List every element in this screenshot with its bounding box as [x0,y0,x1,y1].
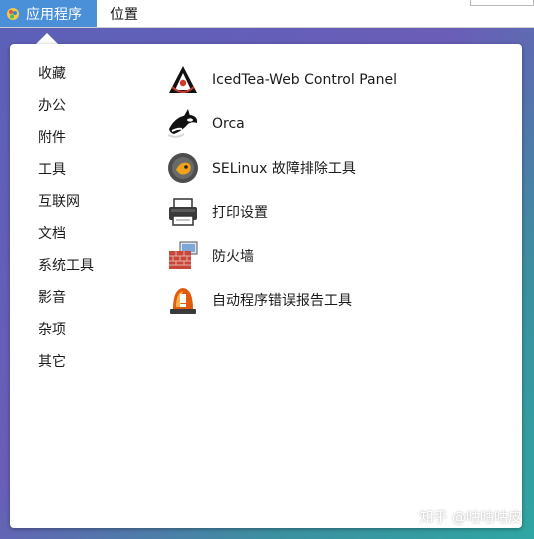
app-firewall[interactable]: 防火墙 [166,234,397,278]
app-label: IcedTea-Web Control Panel [212,72,397,88]
category-favorites[interactable]: 收藏 [38,58,94,90]
category-sound-video[interactable]: 影音 [38,282,94,314]
gnome-foot-icon [7,7,19,20]
category-accessories[interactable]: 附件 [38,122,94,154]
alarm-light-icon [166,283,200,317]
firewall-icon [166,239,200,273]
watermark: 知乎 @咕咕咕皮 [419,510,522,526]
applications-menu-button[interactable]: 应用程序 [0,0,97,27]
printer-icon [166,195,200,229]
selinux-icon [166,151,200,185]
app-icedtea-control-panel[interactable]: IcedTea-Web Control Panel [166,58,397,102]
category-documentation[interactable]: 文档 [38,218,94,250]
category-utilities[interactable]: 工具 [38,154,94,186]
category-office[interactable]: 办公 [38,90,94,122]
app-automatic-bug-reporting-tool[interactable]: 自动程序错误报告工具 [166,278,397,322]
app-label: 打印设置 [212,205,268,221]
category-sundry[interactable]: 杂项 [38,314,94,346]
category-list: 收藏 办公 附件 工具 互联网 文档 系统工具 影音 杂项 其它 [38,58,94,378]
app-list: IcedTea-Web Control Panel Orca SELinux 故… [166,58,397,322]
applications-popup: 收藏 办公 附件 工具 互联网 文档 系统工具 影音 杂项 其它 IcedTea… [10,44,522,528]
app-print-settings[interactable]: 打印设置 [166,190,397,234]
app-label: Orca [212,116,245,132]
applications-menu-label: 应用程序 [26,6,82,23]
places-menu-label: 位置 [110,6,138,23]
orca-whale-icon [166,107,200,141]
app-selinux-troubleshooter[interactable]: SELinux 故障排除工具 [166,146,397,190]
app-label: 自动程序错误报告工具 [212,293,352,309]
top-panel: 应用程序 位置 [0,0,534,28]
popup-pointer [36,33,58,44]
app-label: SELinux 故障排除工具 [212,161,356,177]
category-internet[interactable]: 互联网 [38,186,94,218]
app-orca[interactable]: Orca [166,102,397,146]
java-duke-icon [166,63,200,97]
top-right-indicator [470,0,534,6]
category-other[interactable]: 其它 [38,346,94,378]
app-label: 防火墙 [212,249,254,265]
category-system-tools[interactable]: 系统工具 [38,250,94,282]
places-menu-button[interactable]: 位置 [110,0,138,27]
